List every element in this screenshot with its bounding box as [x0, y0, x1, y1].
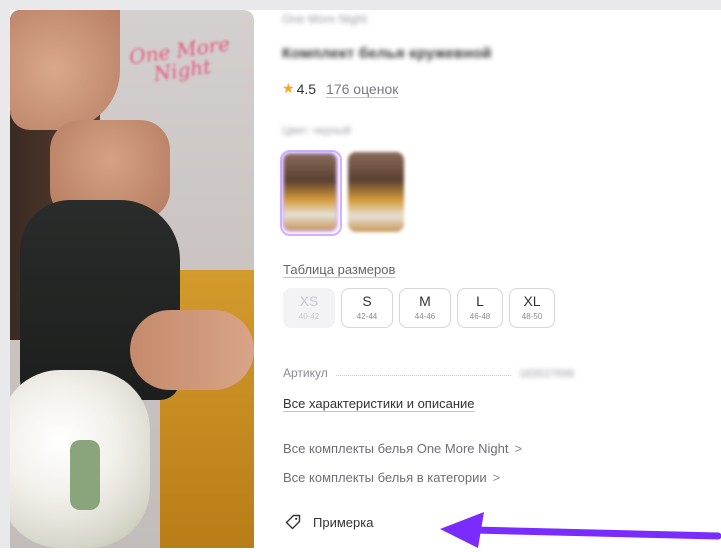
size-label: XS	[299, 293, 319, 309]
brand-sets-link[interactable]: Все комплекты белья One More Night >	[283, 441, 522, 456]
brand-name[interactable]: One More Night	[282, 12, 367, 26]
category-sets-link[interactable]: Все комплекты белья в категории >	[283, 470, 500, 485]
size-button-xl[interactable]: XL 48-50	[509, 288, 555, 328]
tag-icon	[285, 514, 301, 530]
size-button-m[interactable]: M 44-46	[399, 288, 451, 328]
size-range: 46-48	[469, 312, 491, 321]
star-icon: ★	[282, 80, 295, 96]
category-sets-label: Все комплекты белья в категории	[283, 470, 487, 485]
color-swatch-2[interactable]	[348, 152, 404, 232]
page-left-edge	[0, 0, 10, 548]
arrow-icon	[440, 512, 721, 548]
size-label: M	[419, 293, 431, 309]
reviews-link[interactable]: 176 оценок	[326, 81, 398, 97]
size-label: S	[362, 293, 372, 309]
photo-face	[10, 10, 120, 130]
size-range: 42-44	[356, 312, 378, 321]
size-selector: XS 40-42 S 42-44 M 44-46 L 46-48 XL 48-5…	[283, 288, 555, 328]
fitting-button[interactable]: Примерка	[285, 514, 373, 530]
fitting-label: Примерка	[313, 514, 374, 530]
photo-leaves	[70, 440, 100, 510]
article-value[interactable]: 183527698	[519, 368, 613, 380]
product-photo[interactable]: One More Night	[10, 10, 254, 548]
size-range: 44-46	[414, 312, 436, 321]
brand-logo: One More Night	[127, 31, 232, 86]
article-dotted-leader	[335, 375, 511, 376]
article-row: Артикул 183527698	[283, 366, 613, 380]
all-characteristics-link[interactable]: Все характеристики и описание	[283, 396, 475, 411]
brand-sets-label: Все комплекты белья One More Night	[283, 441, 509, 456]
size-range: 48-50	[521, 312, 543, 321]
size-button-xs[interactable]: XS 40-42	[283, 288, 335, 328]
page-top-edge	[0, 0, 721, 10]
chevron-right-icon: >	[492, 470, 501, 485]
photo-arm	[130, 310, 254, 390]
color-label: Цвет: черный	[282, 125, 351, 137]
chevron-right-icon: >	[514, 441, 523, 456]
size-range: 40-42	[298, 312, 320, 321]
size-button-s[interactable]: S 42-44	[341, 288, 393, 328]
size-label: L	[476, 293, 484, 309]
rating-value: 4.5	[296, 80, 317, 97]
size-button-l[interactable]: L 46-48	[457, 288, 503, 328]
rating-row: ★ 4.5 176 оценок	[282, 80, 398, 97]
product-title: Комплект белья кружевной	[282, 45, 492, 62]
size-table-link[interactable]: Таблица размеров	[283, 262, 395, 277]
article-label: Артикул	[283, 366, 328, 380]
color-swatch-1[interactable]	[282, 152, 338, 232]
size-label: XL	[523, 293, 541, 309]
